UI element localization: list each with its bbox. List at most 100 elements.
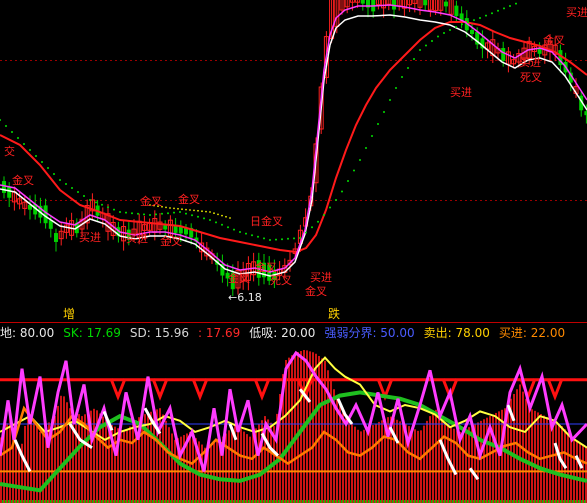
trend-dot — [227, 226, 229, 229]
trend-dot — [59, 179, 61, 181]
trend-dot — [65, 183, 67, 185]
trend-dot — [173, 211, 175, 214]
candle-down — [43, 205, 48, 224]
trend-dot — [119, 211, 121, 213]
price-panel: 买进金叉买进死叉买进金叉金叉 金叉买进 买进 金叉日金叉金叉死叉 买进金叉金叉交←6.1… — [0, 0, 587, 321]
trend-dot — [179, 211, 181, 213]
trend-dot — [53, 173, 55, 175]
indicator-5: 强弱分界: 50.00 — [324, 326, 415, 340]
trend-dot — [347, 180, 349, 182]
trend-dot — [177, 207, 179, 210]
trend-dot — [29, 149, 31, 151]
marker-zeng: 增 — [63, 307, 75, 321]
trend-dot — [23, 143, 25, 145]
trend-dot — [473, 19, 475, 22]
trend-dot — [47, 167, 49, 169]
trend-dot — [203, 217, 205, 220]
signal-label: 买进 — [126, 232, 148, 245]
signal-label: 金叉 — [140, 194, 162, 208]
trend-dot — [229, 217, 231, 219]
trend-dot — [359, 159, 361, 161]
trend-dot — [383, 111, 385, 113]
sell-signal-marker — [546, 378, 564, 401]
signal-label: 买进 — [450, 86, 472, 99]
signal-label: 死叉 — [520, 71, 542, 84]
trend-dot — [209, 211, 211, 213]
trend-dot — [83, 195, 85, 197]
signal-label: 金叉 — [255, 260, 277, 274]
trend-dot — [101, 203, 103, 206]
trend-dot — [389, 99, 391, 101]
trend-dot — [455, 26, 457, 28]
sell-signal-marker — [253, 378, 271, 401]
signal-label: 交 — [4, 144, 15, 158]
trend-dot — [449, 29, 451, 31]
trend-dot — [335, 199, 337, 201]
trend-dot — [413, 58, 415, 60]
trend-dot — [113, 208, 115, 211]
trend-dot — [491, 12, 493, 15]
trend-dot — [401, 76, 403, 78]
trend-dot — [281, 238, 283, 241]
sell-signal-marker — [109, 378, 127, 401]
trend-dot — [173, 207, 175, 210]
marker-die: 跌 — [328, 306, 340, 321]
trend-dot — [167, 212, 169, 215]
indicator-info-bar: 地: 80.00 SK: 17.69 SD: 15.96: 17.69 低吸: 20.… — [0, 324, 587, 342]
trend-dot — [213, 212, 215, 215]
trend-dot — [41, 161, 43, 163]
trend-dot — [269, 239, 271, 241]
candle-down — [423, 0, 428, 6]
signal-label: 日金叉 — [250, 214, 283, 228]
indicator-1: SK: 17.69 — [63, 326, 121, 340]
trend-dot — [225, 215, 227, 218]
trend-dot — [353, 169, 355, 172]
trend-dot — [239, 231, 241, 233]
trend-dot — [161, 212, 163, 215]
trend-dot — [131, 212, 133, 215]
trend-dot — [479, 17, 481, 19]
trend-dot — [89, 199, 91, 201]
trend-dot — [515, 2, 517, 5]
trend-dot — [205, 210, 207, 213]
candle-down — [54, 233, 58, 242]
trend-dot — [215, 221, 217, 224]
trend-dot — [311, 226, 313, 229]
indicator-7: 买进: 22.00 — [498, 326, 566, 340]
signal-label: 买进 — [310, 271, 332, 284]
trend-dot — [293, 237, 295, 240]
trend-dot — [485, 14, 487, 17]
trend-dot — [365, 147, 367, 149]
trend-dot — [185, 212, 187, 215]
trend-dot — [299, 237, 301, 239]
trend-dot — [137, 212, 139, 215]
trend-dot — [17, 137, 19, 139]
trend-dot — [317, 220, 319, 223]
trend-dot — [263, 237, 265, 240]
trend-dot — [323, 214, 325, 216]
trend-dot — [221, 223, 223, 226]
indicator-4: 低吸: 20.00 — [249, 326, 316, 340]
trend-dot — [509, 5, 511, 7]
trend-dot — [419, 49, 421, 51]
trend-dot — [155, 213, 157, 216]
trend-dot — [437, 35, 439, 38]
signal-label: 买进 — [79, 231, 101, 244]
trend-dot — [467, 21, 469, 24]
indicator-0: 地: 80.00 — [0, 326, 55, 340]
trend-dot — [201, 210, 203, 213]
trend-dot — [503, 7, 505, 10]
trend-dot — [221, 214, 223, 217]
signal-label: 金叉 — [12, 173, 34, 187]
low-price-label: ←6.18 — [228, 291, 262, 304]
trend-dot — [305, 231, 307, 234]
trend-dot — [143, 213, 145, 216]
trend-dot — [257, 235, 259, 238]
trend-dot — [329, 206, 331, 209]
trend-dot — [149, 214, 151, 216]
trend-dot — [341, 190, 343, 193]
signal-label: 金叉 — [160, 234, 182, 248]
signal-label: 金叉 — [228, 271, 250, 285]
trend-dot — [165, 206, 167, 209]
candle-down — [501, 48, 506, 61]
